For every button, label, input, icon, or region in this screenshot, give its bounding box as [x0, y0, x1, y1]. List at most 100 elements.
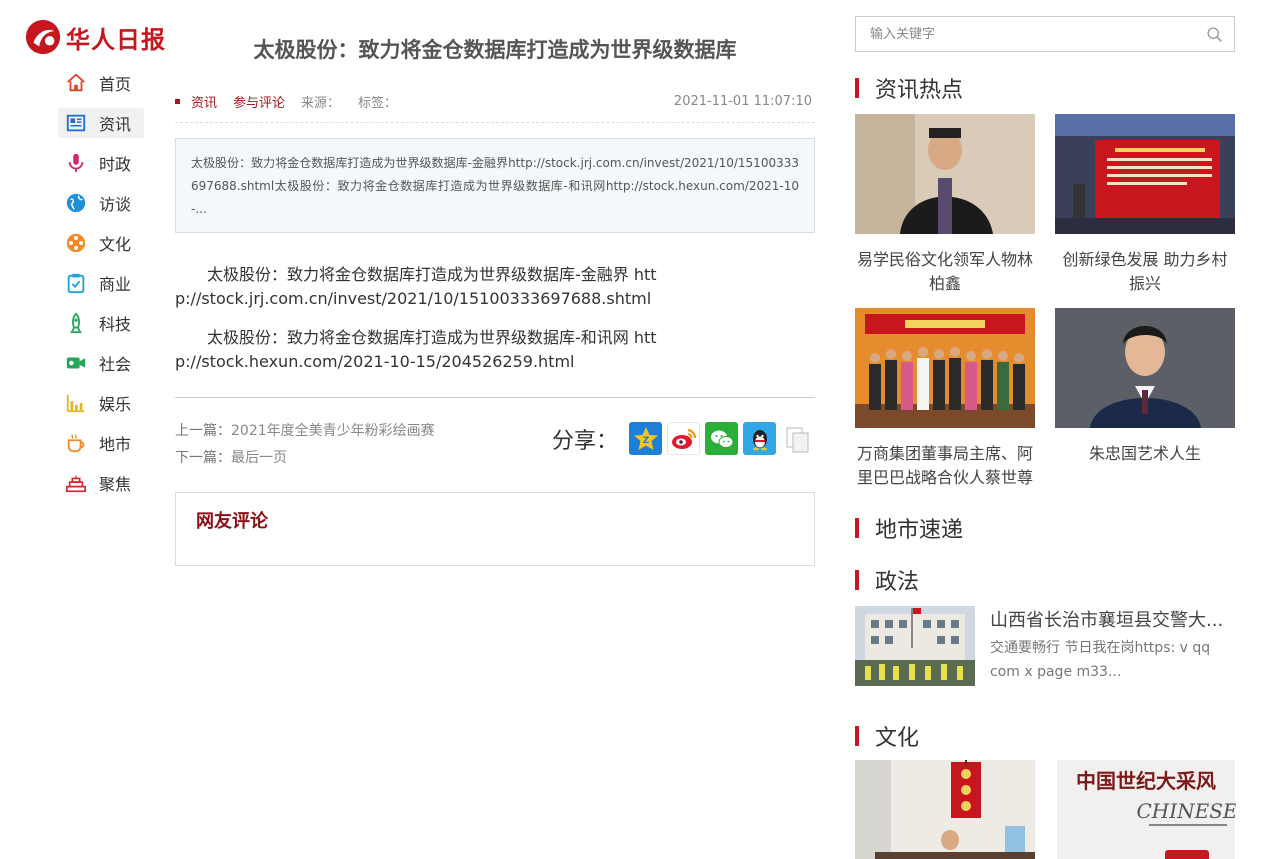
nav-item-5[interactable]: 商业	[58, 268, 144, 298]
comment-link[interactable]: 参与评论	[233, 92, 285, 111]
news-thumbnail	[855, 114, 1035, 234]
share-bar: 分享： Z	[552, 422, 815, 455]
article-title: 太极股份：致力将金仓数据库打造成为世界级数据库	[253, 38, 737, 62]
nav-item-0[interactable]: 首页	[58, 68, 144, 98]
nav-item-label: 文化	[99, 235, 132, 254]
politics-news-item[interactable]: 山西省长治市襄垣县交警大... 交通要畅行 节日我在岗https: v qq c…	[855, 606, 1235, 688]
news-title[interactable]: 山西省长治市襄垣县交警大...	[990, 606, 1235, 632]
nav-item-label: 首页	[99, 75, 132, 94]
clipboard-check-icon	[64, 271, 88, 295]
news-caption: 万商集团董事局主席、阿里巴巴战略合伙人蔡世尊	[856, 444, 1033, 487]
hot-news-item[interactable]: 万商集团董事局主席、阿里巴巴战略合伙人蔡世尊	[855, 308, 1035, 490]
globe-icon	[64, 191, 88, 215]
nav-item-2[interactable]: 时政	[58, 148, 144, 178]
article-paragraph: 太极股份：致力将金仓数据库打造成为世界级数据库-金融界 http://stock…	[175, 265, 657, 308]
qzone-icon[interactable]: Z	[629, 422, 663, 455]
news-thumbnail	[855, 606, 975, 686]
news-caption: 易学民俗文化领军人物林柏鑫	[856, 250, 1033, 293]
site-logo[interactable]: 华人日报	[24, 18, 166, 56]
next-article-link[interactable]: 最后一页	[231, 450, 287, 466]
nav-item-label: 时政	[99, 155, 132, 174]
city-news-heading: 地市速递	[855, 512, 963, 544]
nav-item-8[interactable]: 娱乐	[58, 388, 144, 418]
nav-item-label: 商业	[99, 275, 132, 294]
tiered-cake-icon	[64, 471, 88, 495]
home-icon	[64, 71, 88, 95]
qq-icon[interactable]	[743, 422, 777, 455]
svg-text:Z: Z	[642, 436, 649, 446]
comments-title: 网友评论	[196, 511, 268, 532]
search-icon[interactable]	[1194, 26, 1234, 43]
news-caption: 朱忠国艺术人生	[1088, 444, 1201, 463]
tags-label: 标签：	[358, 96, 398, 111]
news-thumbnail[interactable]	[855, 760, 1035, 859]
politics-title: 政法	[875, 570, 920, 595]
copy-icon[interactable]	[781, 422, 815, 455]
news-thumbnail	[1055, 308, 1235, 428]
nav-item-label: 社会	[99, 355, 132, 374]
article-divider	[175, 397, 815, 398]
article-paragraph: 太极股份：致力将金仓数据库打造成为世界级数据库-和讯网 http://stock…	[175, 328, 657, 371]
category-marker	[175, 99, 180, 104]
nav-item-3[interactable]: 访谈	[58, 188, 144, 218]
logo-text: 华人日报	[66, 25, 166, 54]
search-input[interactable]	[870, 26, 1194, 42]
article-summary: 太极股份：致力将金仓数据库打造成为世界级数据库-金融界http://stock.…	[175, 138, 815, 233]
nav-item-label: 资讯	[99, 115, 132, 134]
nav-item-label: 访谈	[99, 195, 132, 214]
news-thumbnail[interactable]: 中国世纪大采风 CHINESE	[1056, 760, 1236, 859]
hot-news-item[interactable]: 朱忠国艺术人生	[1055, 308, 1235, 466]
side-nav: 首页资讯时政访谈文化商业科技社会娱乐地市聚焦	[58, 68, 144, 508]
source-label: 来源：	[301, 96, 341, 111]
prev-article-link[interactable]: 2021年度全美青少年粉彩绘画赛	[231, 423, 435, 439]
news-summary: 交通要畅行 节日我在岗https: v qq com x page m33...	[990, 640, 1211, 680]
comments-box: 网友评论	[175, 492, 815, 566]
news-caption: 创新绿色发展 助力乡村振兴	[1062, 250, 1228, 293]
city-news-title: 地市速递	[875, 518, 964, 543]
news-thumbnail	[1055, 114, 1235, 234]
newspaper-icon	[64, 111, 88, 135]
meta-divider	[175, 122, 815, 123]
publish-date: 2021-11-01 11:07:10	[673, 94, 812, 109]
hot-news-title: 资讯热点	[875, 78, 964, 103]
rocket-icon	[64, 311, 88, 335]
hot-news-item[interactable]: 易学民俗文化领军人物林柏鑫	[855, 114, 1035, 296]
nav-item-7[interactable]: 社会	[58, 348, 144, 378]
nav-item-10[interactable]: 聚焦	[58, 468, 144, 498]
logo-mark-icon	[25, 19, 61, 55]
heading-bar	[855, 518, 859, 538]
heading-bar	[855, 726, 859, 746]
next-label: 下一篇：	[175, 450, 231, 466]
culture-title: 文化	[875, 726, 920, 751]
heading-bar	[855, 78, 859, 98]
category-link[interactable]: 资讯	[191, 92, 217, 111]
culture-heading: 文化	[855, 720, 919, 752]
nav-item-label: 娱乐	[99, 395, 132, 414]
article-body: 太极股份：致力将金仓数据库打造成为世界级数据库-金融界 http://stock…	[175, 263, 675, 389]
bar-chart-icon	[64, 391, 88, 415]
nav-item-label: 地市	[99, 435, 132, 454]
search-box	[855, 16, 1235, 52]
prev-next-nav: 上一篇：2021年度全美青少年粉彩绘画赛 下一篇：最后一页	[175, 418, 435, 472]
nav-item-6[interactable]: 科技	[58, 308, 144, 338]
weibo-icon[interactable]	[667, 422, 701, 455]
coffee-cup-icon	[64, 431, 88, 455]
nav-item-1[interactable]: 资讯	[58, 108, 144, 138]
wechat-icon[interactable]	[705, 422, 739, 455]
nav-item-4[interactable]: 文化	[58, 228, 144, 258]
prev-label: 上一篇：	[175, 423, 231, 439]
poster-title: 中国世纪大采风	[1076, 769, 1216, 793]
nav-item-9[interactable]: 地市	[58, 428, 144, 458]
film-reel-icon	[64, 231, 88, 255]
politics-heading: 政法	[855, 564, 919, 596]
news-thumbnail	[855, 308, 1035, 428]
heading-bar	[855, 570, 859, 590]
hot-news-heading: 资讯热点	[855, 72, 963, 104]
nav-item-label: 聚焦	[99, 475, 132, 494]
poster-subtitle: CHINESE	[1136, 799, 1236, 823]
nav-item-label: 科技	[99, 315, 132, 334]
hot-news-item[interactable]: 创新绿色发展 助力乡村振兴	[1055, 114, 1235, 296]
video-camera-icon	[64, 351, 88, 375]
share-label: 分享：	[552, 428, 619, 454]
microphone-icon	[64, 151, 88, 175]
